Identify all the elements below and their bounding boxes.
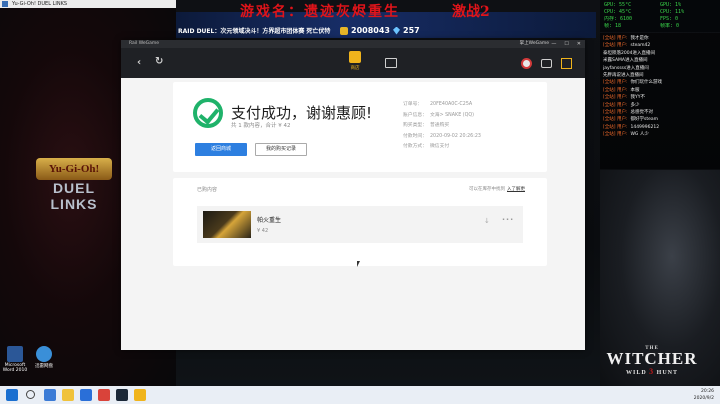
- more-options-icon[interactable]: ···: [502, 215, 514, 224]
- qq-browser-icon[interactable]: [80, 389, 92, 401]
- perf-row: GPU: 55°C GPU: 1%: [604, 2, 682, 8]
- game-thumbnail: [203, 211, 251, 238]
- chat-message: [全站] 用户: 总感觉不对: [603, 109, 653, 115]
- coin-counter: 2008043: [340, 26, 390, 35]
- chat-message: [全站] 用户: 你们玩什么游戏: [603, 80, 662, 86]
- order-info: 订单号： 20FE40A0C-C25A 账户信息： 文海> SNAKE (QQ) 购…: [403, 100, 543, 153]
- chat-message: [全站] 用户: 1449996212: [603, 124, 660, 130]
- edge-icon[interactable]: [44, 389, 56, 401]
- library-tip: 可以在库存中找到 入了解更: [469, 187, 525, 192]
- witcher-logo-subtitle: WILD 3 HUNT: [625, 367, 678, 376]
- account-label[interactable]: 掌上WeGame: [520, 40, 549, 48]
- desktop-icon-xunlei[interactable]: 迅雷网盘: [29, 346, 59, 369]
- maximize-icon[interactable]: ☐: [564, 40, 568, 48]
- purchased-item-row[interactable]: 帕火重生 ¥ 42 ↓ ···: [197, 206, 523, 243]
- chat-message: jayfanssss进入直播间: [603, 65, 649, 71]
- chat-message: 先胖再说进入直播间: [603, 72, 644, 78]
- window-titlebar[interactable]: Rail WeGame: [121, 40, 585, 48]
- purchased-content-title: 已购内容: [197, 187, 218, 193]
- chat-message: [全站] 用户: 多少: [603, 102, 640, 108]
- payment-result-card: 支付成功，谢谢惠顾! 共 1 款内容，合计 ¥ 42 返回商城 我的购买记录 订…: [173, 82, 547, 172]
- purchase-records-button[interactable]: 我的购买记录: [255, 143, 307, 156]
- tab-store[interactable]: 商店: [345, 51, 365, 71]
- order-info-row: 付款方式： 微信支付: [403, 144, 450, 149]
- order-info-row: 付款时间： 2020-09-02 20:26:23: [403, 133, 481, 139]
- wegame-store-window: Rail WeGame 掌上WeGame — ☐ ✕ ‹ ↻ 商店 支付成功，谢…: [121, 40, 585, 350]
- banner-text: RAID DUEL：次元领域决斗！方界超市团体赛 死亡伏特: [178, 28, 331, 35]
- order-info-row: 购买类型： 普通购买: [403, 123, 450, 128]
- word-icon: [7, 346, 23, 362]
- window-controls: — ☐ ✕: [551, 40, 581, 48]
- purchased-content-card: 已购内容 可以在库存中找到 入了解更 帕火重生 ¥ 42 ↓ ···: [173, 178, 547, 266]
- desktop-icon-label: Microsoft Word 2010: [2, 363, 28, 373]
- clock-time: 20:26: [701, 389, 714, 394]
- app-icon[interactable]: [98, 389, 110, 401]
- gift-icon[interactable]: [561, 58, 572, 69]
- desktop: Yu-Gi-Oh! DUEL LINKS Yu-Gi-Oh! DUEL LINK…: [0, 0, 720, 404]
- return-to-store-button[interactable]: 返回商城: [195, 143, 247, 156]
- chat-message: [全站] 用户: 我才是你: [603, 36, 649, 41]
- app-name: Rail WeGame: [129, 41, 160, 46]
- payment-success-title: 支付成功，谢谢惠顾!: [231, 104, 373, 122]
- game-app-icon: [2, 1, 8, 7]
- game-window-titlebar[interactable]: Yu-Gi-Oh! DUEL LINKS: [0, 0, 176, 8]
- gem-counter: 257: [393, 26, 420, 35]
- desktop-icon-word[interactable]: Microsoft Word 2010: [0, 346, 30, 373]
- learn-more-link[interactable]: 入了解更: [507, 187, 525, 192]
- chat-icon[interactable]: [541, 59, 552, 68]
- system-clock[interactable]: 20:26 2020/9/2: [694, 388, 714, 402]
- gem-icon: [393, 26, 400, 35]
- cloud-drive-icon: [36, 346, 52, 362]
- chat-message: [全站] 用户: 都好学steam: [603, 117, 658, 123]
- item-price: ¥ 42: [257, 228, 269, 234]
- coin-value: 2008043: [351, 26, 390, 35]
- chat-message: [全站] 用户: steam42: [603, 43, 651, 49]
- search-icon[interactable]: [26, 390, 35, 399]
- steam-icon[interactable]: [116, 389, 128, 401]
- perf-row: 帧: 18 帧率: 0: [604, 23, 680, 29]
- payment-summary: 共 1 款内容，合计 ¥ 42: [231, 123, 291, 129]
- minimize-icon[interactable]: —: [551, 40, 556, 48]
- witcher-logo: THE WITCHER WILD 3 HUNT: [600, 346, 704, 386]
- start-button-icon[interactable]: [6, 389, 18, 401]
- chat-message: 泰坦陨落2004进入直播间: [603, 50, 655, 56]
- check-circle-icon: [193, 98, 223, 128]
- explorer-icon[interactable]: [62, 389, 74, 401]
- stream-title: 游戏名：遗迹灰烬重生: [240, 4, 400, 20]
- mouse-cursor-icon: [357, 261, 360, 267]
- taskbar: 20:26 2020/9/2: [0, 386, 720, 404]
- item-name: 帕火重生: [257, 217, 282, 224]
- desktop-icon-label: 迅雷网盘: [35, 364, 53, 369]
- stream-title-suffix: 激战2: [452, 4, 490, 20]
- order-info-row: 订单号： 20FE40A0C-C25A: [403, 102, 473, 107]
- yugioh-logo: Yu-Gi-Oh! DUEL LINKS: [28, 158, 120, 212]
- witcher-logo-name: WITCHER: [606, 349, 698, 368]
- clock-date: 2020/9/2: [693, 396, 714, 401]
- chat-message: [全站] 用户: WG 人少: [603, 132, 649, 138]
- shopping-bag-icon: [349, 51, 361, 63]
- perf-row: 内存: 6100 FPS: 0: [604, 16, 679, 22]
- yugioh-logo-subtitle: DUEL LINKS: [50, 180, 98, 212]
- download-icon[interactable]: ↓: [484, 217, 490, 225]
- chat-message: [全站] 用户: 我YY不: [603, 95, 645, 101]
- refresh-icon[interactable]: ↻: [155, 56, 163, 67]
- yugioh-logo-title: Yu-Gi-Oh!: [36, 158, 112, 180]
- order-info-row: 账户信息： 文海> SNAKE (QQ): [403, 112, 475, 118]
- tab-store-label: 商店: [350, 66, 360, 71]
- back-icon[interactable]: ‹: [137, 57, 141, 68]
- coin-icon: [340, 26, 348, 35]
- stream-chat: [全站] 用户: 我才是你 [全站] 用户: steam42 泰坦陨落2004进入直…: [600, 33, 720, 169]
- store-toolbar: ‹ ↻ 商店: [121, 48, 585, 78]
- chat-message: [全站] 用户: 本服: [603, 87, 640, 93]
- avatar[interactable]: [521, 58, 532, 69]
- close-icon[interactable]: ✕: [577, 40, 581, 48]
- wegame-icon[interactable]: [134, 389, 146, 401]
- game-window-title: Yu-Gi-Oh! DUEL LINKS: [12, 1, 68, 7]
- gem-value: 257: [403, 26, 420, 35]
- chat-message: 米露SAMA进入直播间: [603, 58, 648, 64]
- library-icon[interactable]: [385, 58, 397, 68]
- performance-overlay: GPU: 55°C GPU: 1% CPU: 45°C CPU: 11% 内存: 6…: [600, 0, 720, 32]
- perf-row: CPU: 45°C CPU: 11%: [604, 9, 685, 15]
